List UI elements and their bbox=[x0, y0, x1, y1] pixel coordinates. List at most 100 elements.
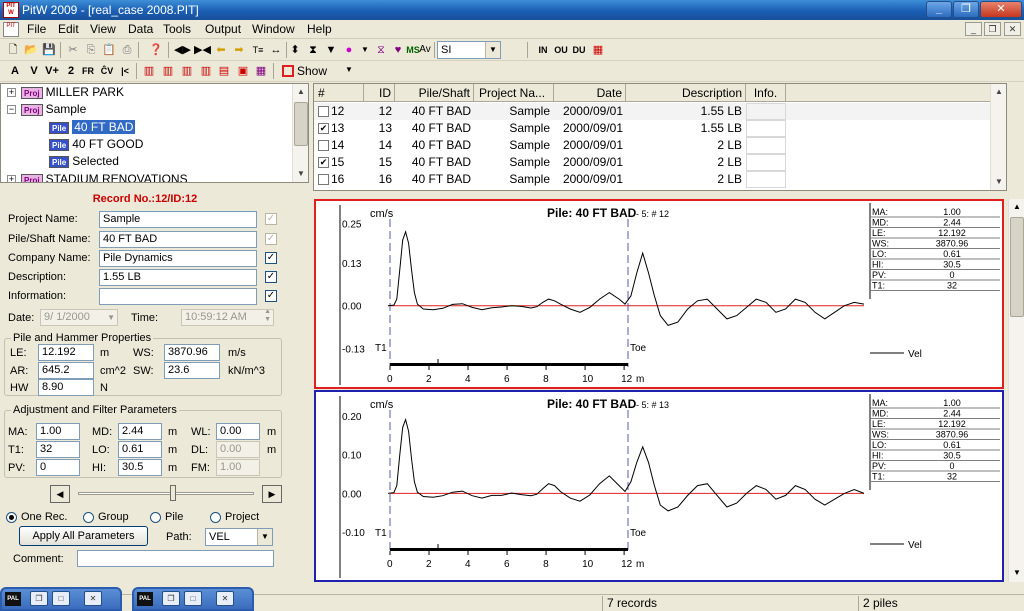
help-icon[interactable]: ❓ bbox=[148, 42, 164, 58]
path-select[interactable]: VEL ▼ bbox=[205, 528, 273, 546]
menu-output[interactable]: Output bbox=[205, 22, 241, 36]
apply-all-parameters-button[interactable]: Apply All Parameters bbox=[19, 526, 148, 546]
column-header-project[interactable]: Project Na... bbox=[474, 84, 554, 102]
project-label[interactable]: Project bbox=[225, 511, 259, 523]
toolbar2-button-2[interactable]: 2 bbox=[63, 63, 79, 79]
project-tree[interactable]: + Proj MILLER PARK − Proj Sample Pile 40 FT B… bbox=[0, 83, 309, 183]
toolbar2-button-vplus[interactable]: V+ bbox=[44, 63, 60, 79]
show-dropdown-icon[interactable]: ▼ bbox=[345, 65, 353, 74]
document-icon[interactable]: PIT bbox=[3, 22, 19, 37]
information-field[interactable] bbox=[99, 288, 257, 305]
scroll-thumb[interactable] bbox=[1010, 217, 1024, 317]
toolbar2-button-cv[interactable]: ĈV bbox=[99, 63, 115, 79]
tree-item-sample[interactable]: − Proj Sample bbox=[7, 101, 86, 118]
scroll-down-icon[interactable]: ▼ bbox=[991, 174, 1006, 190]
table-row[interactable]: 12 12 40 FT BAD Sample 2000/09/01 1.55 LB bbox=[314, 103, 990, 120]
scale-down-icon[interactable]: ▼ bbox=[323, 42, 339, 58]
table-cell-info[interactable] bbox=[746, 137, 786, 154]
hw-field[interactable]: 8.90 bbox=[38, 379, 94, 396]
in-button[interactable]: IN bbox=[535, 42, 551, 58]
menu-view[interactable]: View bbox=[90, 22, 116, 36]
report-4th-icon[interactable]: ▥ bbox=[198, 63, 214, 79]
ar-field[interactable]: 645.2 bbox=[38, 362, 94, 379]
ws-field[interactable]: 3870.96 bbox=[164, 344, 220, 361]
tree-item-selected[interactable]: Pile Selected bbox=[49, 153, 119, 170]
chevron-down-icon[interactable]: ▼ bbox=[485, 42, 500, 58]
shift-right-icon[interactable]: ➡ bbox=[231, 42, 247, 58]
units-select[interactable]: SI ▼ bbox=[437, 41, 501, 59]
expand-horizontal-icon[interactable]: ◀▶ bbox=[174, 42, 191, 58]
slider-right-button[interactable]: ▶ bbox=[262, 485, 282, 503]
scroll-down-icon[interactable]: ▼ bbox=[293, 166, 308, 182]
menu-tools[interactable]: Tools bbox=[163, 22, 191, 36]
scroll-up-icon[interactable]: ▲ bbox=[991, 84, 1006, 100]
pile-name-field[interactable]: 40 FT BAD bbox=[99, 231, 257, 248]
project-name-field[interactable]: Sample bbox=[99, 211, 257, 228]
wl-field[interactable]: 0.00 bbox=[216, 423, 260, 440]
grid-view-icon[interactable]: ▦ bbox=[253, 63, 269, 79]
ou-button[interactable]: OU bbox=[553, 42, 569, 58]
maximize-icon[interactable]: □ bbox=[52, 591, 70, 606]
show-color-icon[interactable] bbox=[282, 65, 294, 77]
scroll-up-icon[interactable]: ▲ bbox=[293, 84, 308, 100]
t1-field[interactable]: 32 bbox=[36, 441, 80, 458]
menu-help[interactable]: Help bbox=[307, 22, 332, 36]
plus-icon[interactable]: + bbox=[7, 175, 16, 182]
expand-vertical-icon[interactable]: ⬍ bbox=[287, 42, 303, 58]
sw-field[interactable]: 23.6 bbox=[164, 362, 220, 379]
copy-icon[interactable]: ⎘ bbox=[83, 42, 99, 58]
hi-field[interactable]: 30.5 bbox=[118, 459, 162, 476]
menu-edit[interactable]: Edit bbox=[58, 22, 79, 36]
pdf-icon[interactable]: ▤ bbox=[216, 63, 232, 79]
text-tool-icon[interactable]: T≡ bbox=[250, 42, 266, 58]
toolbar2-button-fr[interactable]: FR bbox=[80, 63, 96, 79]
description-field[interactable]: 1.55 LB bbox=[99, 269, 257, 286]
table-row[interactable]: 14 14 40 FT BAD Sample 2000/09/01 2 LB bbox=[314, 137, 990, 154]
slider-left-button[interactable]: ◀ bbox=[50, 485, 70, 503]
save-icon[interactable]: 💾 bbox=[41, 42, 57, 58]
ma-field[interactable]: 1.00 bbox=[36, 423, 80, 440]
tree-scrollbar[interactable]: ▲ ▼ bbox=[292, 84, 308, 182]
print-icon[interactable]: ⎙ bbox=[119, 42, 135, 58]
close-button[interactable]: ✕ bbox=[980, 1, 1022, 18]
scroll-thumb[interactable] bbox=[294, 102, 308, 146]
one-rec-label[interactable]: One Rec. bbox=[21, 511, 67, 523]
mdi-close-button[interactable]: ✕ bbox=[1004, 22, 1021, 36]
restore-icon[interactable]: ❐ bbox=[162, 591, 180, 606]
menu-data[interactable]: Data bbox=[128, 22, 153, 36]
information-checkbox[interactable]: ✓ bbox=[265, 290, 277, 302]
compress-horizontal-icon[interactable]: ▶◀ bbox=[194, 42, 211, 58]
column-header-description[interactable]: Description bbox=[626, 84, 746, 102]
slider-thumb[interactable] bbox=[170, 485, 176, 501]
shift-left-icon[interactable]: ⬅ bbox=[213, 42, 229, 58]
filter-icon[interactable]: ♥ bbox=[390, 42, 406, 58]
restore-icon[interactable]: ❐ bbox=[30, 591, 48, 606]
close-icon[interactable]: ✕ bbox=[84, 591, 102, 606]
column-header-date[interactable]: Date bbox=[554, 84, 626, 102]
chart-scrollbar[interactable]: ▲ ▼ bbox=[1008, 199, 1024, 582]
company-name-field[interactable]: Pile Dynamics bbox=[99, 250, 257, 267]
table-row[interactable]: 16 16 40 FT BAD Sample 2000/09/01 2 LB bbox=[314, 171, 990, 188]
table-row[interactable]: ✔ 15 15 40 FT BAD Sample 2000/09/01 2 LB bbox=[314, 154, 990, 171]
row-checkbox[interactable] bbox=[318, 140, 329, 151]
open-folder-icon[interactable]: 📂 bbox=[23, 42, 39, 58]
menu-window[interactable]: Window bbox=[252, 22, 295, 36]
paste-icon[interactable]: 📋 bbox=[101, 42, 117, 58]
table-row[interactable]: ✔ 13 13 40 FT BAD Sample 2000/09/01 1.55 LB bbox=[314, 120, 990, 137]
marker-dot-icon[interactable]: ● bbox=[341, 42, 357, 58]
row-checkbox[interactable] bbox=[318, 174, 329, 185]
tree-item-40-ft-good[interactable]: Pile 40 FT GOOD bbox=[49, 136, 143, 153]
menu-file[interactable]: File bbox=[27, 22, 46, 36]
show-label[interactable]: Show bbox=[297, 64, 327, 78]
row-checkbox[interactable] bbox=[318, 106, 329, 117]
toolbar2-button-first[interactable]: |< bbox=[117, 63, 133, 79]
report-3rd-icon[interactable]: ▥ bbox=[179, 63, 195, 79]
scroll-down-icon[interactable]: ▼ bbox=[1009, 565, 1024, 581]
comment-field[interactable] bbox=[77, 550, 274, 567]
compress-vertical-icon[interactable]: ⧗ bbox=[305, 42, 321, 58]
new-file-icon[interactable]: 🗋 bbox=[5, 42, 21, 58]
mdi-restore-button[interactable]: ❐ bbox=[984, 22, 1001, 36]
report-2nd-icon[interactable]: ▥ bbox=[160, 63, 176, 79]
column-header-num[interactable]: # bbox=[314, 84, 364, 102]
one-rec-radio[interactable] bbox=[6, 512, 17, 523]
